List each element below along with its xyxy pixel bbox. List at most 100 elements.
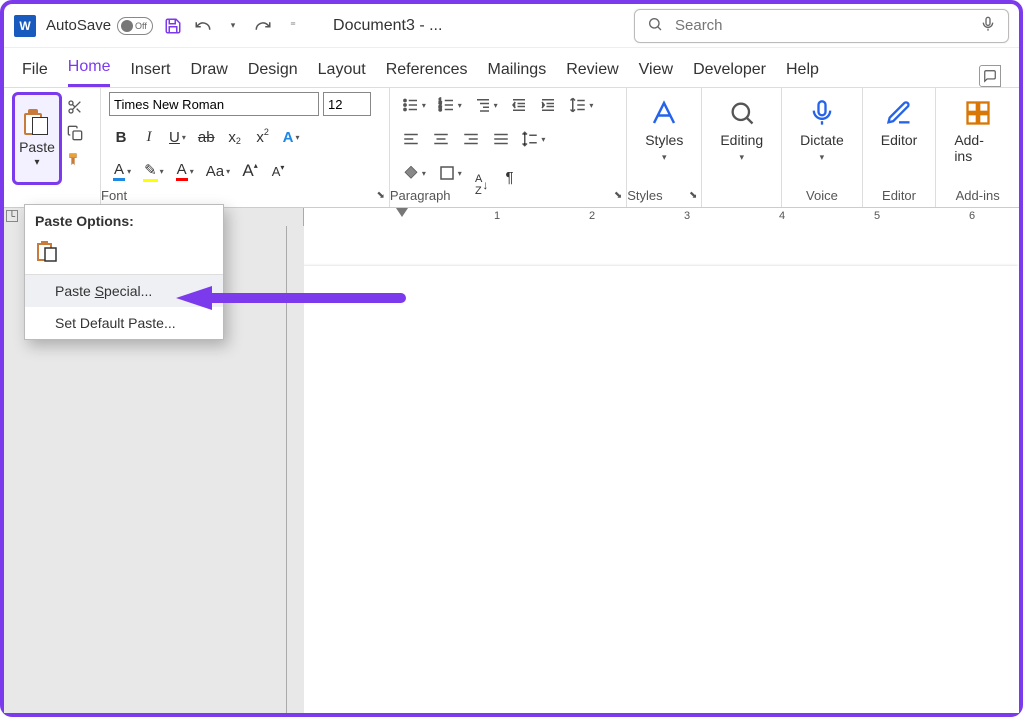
format-painter-icon[interactable] [66,150,84,168]
line-spacing-button[interactable]: ▾ [565,92,597,118]
styles-dropdown-icon[interactable]: ▾ [662,152,667,163]
font-color-button[interactable]: A▾ [172,158,198,184]
editor-button[interactable]: Editor [871,92,928,170]
justify-button[interactable] [488,126,514,152]
underline-button[interactable]: U▾ [165,124,190,150]
change-case-button[interactable]: Aa▾ [202,158,234,184]
search-input[interactable] [673,16,970,35]
title-bar: W AutoSave Off ▾ ⁼ Document3 - ... [4,4,1019,48]
paste-options-menu: Paste Options: Paste Special... Set Defa… [24,204,224,340]
editing-group: Editing ▾ [702,88,782,207]
indent-marker-icon[interactable] [396,208,408,217]
tab-review[interactable]: Review [566,61,618,87]
decrease-indent-button[interactable] [506,92,532,118]
qat-customize-icon[interactable]: ⁼ [283,16,303,36]
editing-icon [727,98,757,128]
bold-button[interactable]: B [109,124,133,150]
strikethrough-button[interactable]: ab [194,124,219,150]
tab-help[interactable]: Help [786,61,819,87]
tab-mailings[interactable]: Mailings [488,61,547,87]
tab-layout[interactable]: Layout [318,61,366,87]
search-icon [647,16,663,35]
line-spacing2-button[interactable]: ▾ [517,126,549,152]
font-launcher-icon[interactable]: ⬊ [376,190,384,201]
tab-references[interactable]: References [386,61,468,87]
tab-view[interactable]: View [639,61,673,87]
ribbon: Paste ▾ Times New Roman [4,88,1019,208]
tab-insert[interactable]: Insert [130,61,170,87]
comments-icon[interactable] [979,65,1001,87]
ruler-number: 6 [969,210,975,222]
styles-label: Styles [645,132,683,148]
clipboard-icon [24,109,50,137]
tab-draw[interactable]: Draw [190,61,227,87]
align-right-button[interactable] [458,126,484,152]
align-center-button[interactable] [428,126,454,152]
font-size-select[interactable]: 12 [323,92,371,116]
addins-icon [963,98,993,128]
tab-design[interactable]: Design [248,61,298,87]
paragraph-group: ▾ 123▾ ▾ ▾ ▾ ▾ ▾ AZ↓ ¶ Paragraph⬊ [390,88,627,207]
autosave-label: AutoSave [46,17,111,34]
editor-group-label: Editor [882,188,916,203]
shrink-font-button[interactable]: A▾ [266,158,290,184]
multilevel-list-button[interactable]: ▾ [470,92,502,118]
addins-button[interactable]: Add-ins [944,92,1011,186]
font-group-label: Font [101,188,127,203]
paste-button[interactable]: Paste ▾ [12,92,62,185]
autosave-state: Off [135,21,147,31]
dictate-icon [807,98,837,128]
document-page[interactable] [304,266,1019,713]
bullets-button[interactable]: ▾ [398,92,430,118]
ruler-number: 4 [779,210,785,222]
paste-button-label: Paste [19,139,55,155]
search-box[interactable] [634,9,1009,43]
font-name-select[interactable]: Times New Roman [109,92,319,116]
tab-selector-icon[interactable]: └ [6,210,18,222]
borders-button[interactable]: ▾ [434,160,466,186]
increase-indent-button[interactable] [535,92,561,118]
highlight-button[interactable]: ✎▾ [139,158,168,184]
italic-button[interactable]: I [137,124,161,150]
numbering-button[interactable]: 123▾ [434,92,466,118]
mic-icon[interactable] [980,16,996,35]
editing-button[interactable]: Editing ▾ [710,92,773,185]
voice-group: Dictate ▾ Voice [782,88,863,207]
subscript-button[interactable]: x2 [223,124,247,150]
tab-home[interactable]: Home [68,58,111,87]
paragraph-group-label: Paragraph [390,188,451,203]
editing-dropdown-icon[interactable]: ▾ [739,152,744,163]
styles-group-label: Styles [627,188,662,203]
copy-icon[interactable] [66,124,84,142]
text-effects-button[interactable]: A▾ [279,124,304,150]
editor-icon [884,98,914,128]
undo-dropdown-icon[interactable]: ▾ [223,16,243,36]
keep-source-formatting-icon[interactable] [35,250,59,266]
align-left-button[interactable] [398,126,424,152]
document-title[interactable]: Document3 - ... [333,17,442,35]
shading-button[interactable]: ▾ [398,160,430,186]
dictate-dropdown-icon[interactable]: ▾ [820,152,825,163]
undo-icon[interactable] [193,16,213,36]
styles-button[interactable]: Styles ▾ [635,92,693,185]
dictate-button[interactable]: Dictate ▾ [790,92,854,185]
editor-label: Editor [881,132,918,148]
svg-text:3: 3 [438,107,441,113]
paragraph-launcher-icon[interactable]: ⬊ [614,190,622,201]
autosave-switch[interactable]: Off [117,17,153,35]
tab-file[interactable]: File [22,61,48,87]
styles-launcher-icon[interactable]: ⬊ [689,190,697,201]
cut-icon[interactable] [66,98,84,116]
addins-group-label: Add-ins [956,188,1000,203]
grow-font-button[interactable]: A▴ [238,158,262,184]
paste-dropdown-icon[interactable]: ▾ [34,157,39,168]
paste-options-header: Paste Options: [25,205,223,235]
superscript-button[interactable]: x2 [251,124,275,150]
font-color2-button[interactable]: A▾ [109,158,135,184]
save-icon[interactable] [163,16,183,36]
redo-icon[interactable] [253,16,273,36]
tab-developer[interactable]: Developer [693,61,766,87]
ruler-number: 5 [874,210,880,222]
autosave-toggle[interactable]: AutoSave Off [46,17,153,35]
ribbon-tabs: File Home Insert Draw Design Layout Refe… [4,48,1019,88]
